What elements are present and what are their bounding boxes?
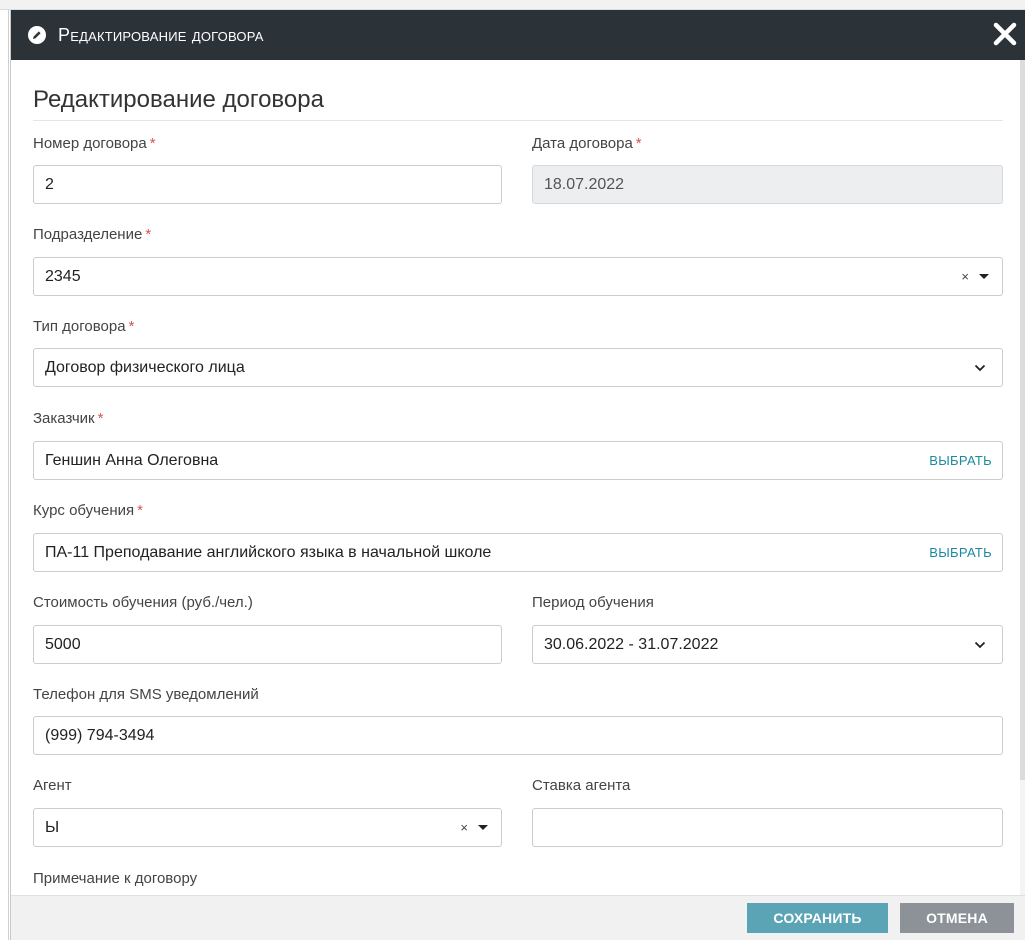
period-label: Период обучения (532, 594, 654, 611)
department-select[interactable]: 2345 × (33, 257, 1003, 296)
pencil-icon (28, 26, 46, 44)
background-top-strip (0, 0, 1025, 10)
scrollbar-thumb[interactable] (1020, 60, 1025, 780)
contract-number-label: Номер договора * (33, 135, 156, 152)
contract-number-input[interactable]: 2 (33, 165, 502, 204)
caret-down-icon[interactable] (979, 274, 989, 279)
edit-contract-modal: Редактирование договора Редактирование д… (10, 10, 1025, 940)
required-mark: * (128, 318, 135, 335)
required-mark: * (137, 502, 143, 519)
modal-header: Редактирование договора (11, 10, 1025, 60)
close-icon[interactable] (990, 19, 1020, 49)
customer-value: Геншин Анна Олеговна (45, 451, 219, 469)
contract-date-value: 18.07.2022 (544, 175, 625, 193)
required-mark: * (635, 135, 642, 152)
chevron-down-icon[interactable] (974, 641, 986, 649)
clear-icon[interactable]: × (460, 820, 468, 835)
save-button[interactable]: СОХРАНИТЬ (747, 903, 888, 933)
contract-type-label: Тип договора * (33, 318, 135, 335)
agent-label: Агент (33, 777, 72, 794)
divider (33, 120, 1003, 121)
department-value: 2345 (45, 267, 81, 285)
contract-type-value: Договор физического лица (45, 358, 245, 376)
contract-date-label: Дата договора * (532, 135, 642, 152)
cancel-button[interactable]: ОТМЕНА (900, 903, 1014, 933)
choose-course-button[interactable]: ВЫБРАТЬ (929, 545, 992, 560)
note-label: Примечание к договору (33, 870, 198, 887)
department-label: Подразделение * (33, 226, 152, 243)
choose-customer-button[interactable]: ВЫБРАТЬ (929, 453, 992, 468)
required-mark: * (97, 410, 104, 427)
contract-number-value: 2 (45, 175, 54, 193)
chevron-down-icon[interactable] (974, 364, 986, 372)
modal-body: Редактирование договора Номер договора * … (11, 60, 1025, 895)
course-field[interactable]: ПА-11 Преподавание английского языка в н… (33, 533, 1003, 572)
period-select[interactable]: 30.06.2022 - 31.07.2022 (532, 625, 1003, 664)
modal-footer: СОХРАНИТЬ ОТМЕНА (11, 895, 1025, 940)
background-left-edge (0, 10, 9, 940)
agent-value: Ы (45, 818, 60, 836)
agent-rate-input[interactable] (532, 808, 1003, 847)
cost-value: 5000 (45, 635, 81, 653)
phone-input[interactable]: (999) 794-3494 (33, 716, 1003, 755)
required-mark: * (145, 226, 152, 243)
agent-select[interactable]: Ы × (33, 808, 502, 847)
phone-value: (999) 794-3494 (45, 726, 155, 744)
phone-label: Телефон для SMS уведомлений (33, 686, 259, 703)
customer-field[interactable]: Геншин Анна Олеговна ВЫБРАТЬ (33, 441, 1003, 480)
contract-date-field: 18.07.2022 (532, 165, 1003, 204)
clear-icon[interactable]: × (961, 269, 969, 284)
period-value: 30.06.2022 - 31.07.2022 (544, 635, 719, 653)
cost-label: Стоимость обучения (руб./чел.) (33, 594, 253, 611)
customer-label: Заказчик * (33, 410, 104, 427)
form-title: Редактирование договора (33, 86, 324, 113)
modal-title: Редактирование договора (58, 24, 264, 45)
contract-type-select[interactable]: Договор физического лица (33, 348, 1003, 387)
course-label: Курс обучения * (33, 502, 143, 519)
agent-rate-label: Ставка агента (532, 777, 631, 794)
caret-down-icon[interactable] (478, 825, 488, 830)
cost-input[interactable]: 5000 (33, 625, 502, 664)
course-value: ПА-11 Преподавание английского языка в н… (45, 543, 492, 561)
required-mark: * (149, 135, 156, 152)
